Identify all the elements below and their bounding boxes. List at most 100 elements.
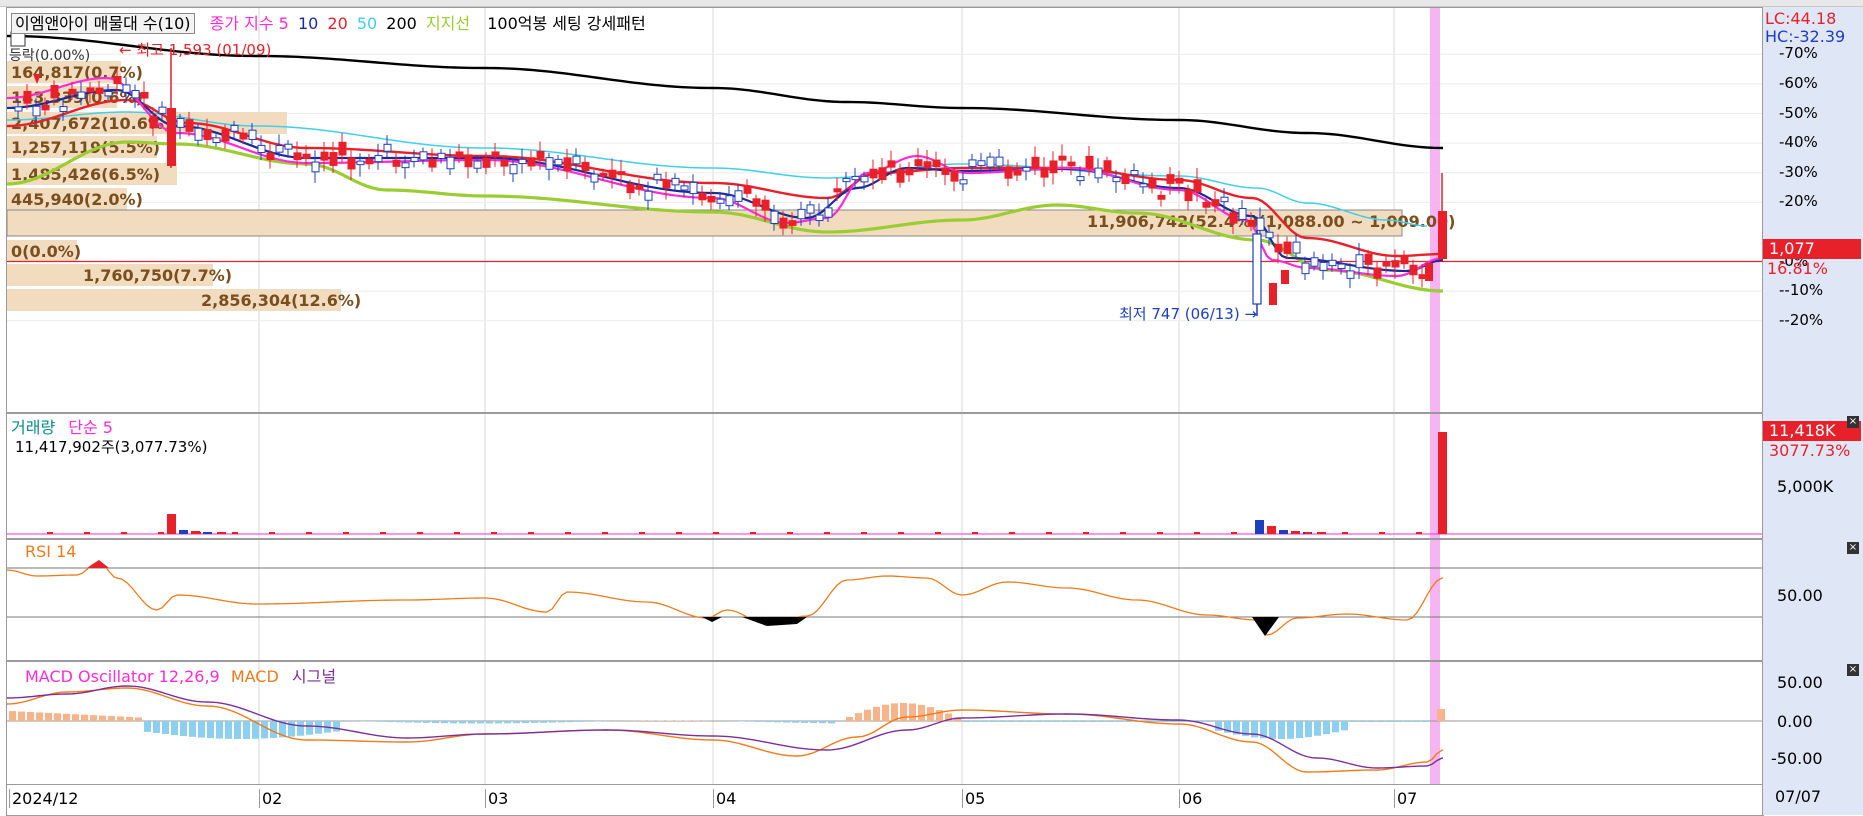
vol-bar-3 <box>203 532 212 534</box>
pct-tick-3: -40% <box>1779 133 1818 152</box>
candle-body-88 <box>806 204 815 214</box>
macd-osc-bar-29 <box>36 712 43 721</box>
x-axis-label-0: 2024/12 <box>9 789 78 808</box>
macd-osc-bar-1388 <box>1395 721 1402 722</box>
macd-osc-bar-434 <box>441 721 448 724</box>
candle-body-129 <box>1175 177 1184 184</box>
vol-bar-small-706 <box>713 532 719 534</box>
candle-body-34 <box>320 151 329 161</box>
candle-body-57 <box>527 157 536 167</box>
macd-legend-macd[interactable]: MACD <box>231 667 279 686</box>
candle-body-37 <box>347 157 356 170</box>
rsi-legend[interactable]: RSI 14 <box>25 542 76 561</box>
vol-bar-small-299 <box>306 532 312 534</box>
macd-osc-bar-1343 <box>1350 721 1357 722</box>
candle-body-112 <box>1022 166 1031 172</box>
candle-body-119 <box>1085 155 1094 169</box>
candle-body-27 <box>257 144 266 154</box>
candle-body-113 <box>1031 156 1040 169</box>
legend-close-ma[interactable]: 종가 지수 <box>210 14 274 33</box>
rsi-panel[interactable]: RSI 14 <box>6 539 1764 661</box>
macd-osc-bar-1406 <box>1413 721 1420 722</box>
candle-body-55 <box>509 164 518 175</box>
macd-osc-bar-857 <box>864 709 871 721</box>
candle-body-97 <box>887 160 896 168</box>
candle-body-32 <box>302 153 311 159</box>
vol-bar-small-669 <box>676 532 682 534</box>
macd-panel[interactable]: MACD Oscillator 12,26,9 MACD 시그널 <box>6 661 1764 786</box>
legend-title[interactable]: 이엠앤아이 매물대 수(10) <box>11 13 195 34</box>
candle-body-41 <box>383 143 392 152</box>
vol-bar-small-521 <box>528 532 534 534</box>
vol-bar-today <box>1438 432 1447 534</box>
volume-panel[interactable]: 거래량 단순 5 11,417,902주(3,077.73%) <box>6 413 1764 539</box>
pct-tick-5: -20% <box>1779 192 1818 211</box>
macd-osc-bar-1289 <box>1296 721 1303 739</box>
rsi-line <box>7 561 1444 636</box>
legend-pattern[interactable]: 100억봉 세팅 강세패턴 <box>487 14 645 33</box>
macd-osc-bar-1172 <box>1179 721 1186 722</box>
candle-body-106 <box>968 159 977 168</box>
vol-bar-small-1372 <box>1379 532 1385 534</box>
macd-osc-bar-461 <box>468 721 475 724</box>
candle-body-91 <box>833 188 842 193</box>
volume-profile-label-9: 2,856,304(12.6%) <box>201 291 361 310</box>
candle-body-8 <box>86 87 95 93</box>
candle-body-130 <box>1184 189 1193 202</box>
macd-osc-bar-416 <box>423 721 430 723</box>
candle-body-24 <box>230 124 239 132</box>
candle-body-141 <box>1283 241 1292 254</box>
macd-osc-bar-425 <box>432 721 439 724</box>
vol-bar-small-595 <box>602 532 608 534</box>
vol-bar-small-151 <box>158 532 164 534</box>
candle-body-114 <box>1040 167 1049 178</box>
candle-body-86 <box>788 220 797 226</box>
candle-body-122 <box>1112 176 1121 183</box>
macd-osc-bar-569 <box>576 721 583 722</box>
volume-chart[interactable] <box>7 414 1763 538</box>
rsi-axis-tick: 50.00 <box>1777 586 1823 605</box>
vol-bar-small-373 <box>380 532 386 534</box>
macd-osc-bar-785 <box>792 721 799 723</box>
vol-bar-small-928 <box>935 532 941 534</box>
right-axis: LC:44.18 HC:-32.39 -70% -60% -50% -40% -30% -… <box>1762 7 1863 815</box>
macd-osc-bar-974 <box>981 721 988 722</box>
price-chart[interactable]: 164,817(0.7%)143,339(0.6%)2,407,672(10.6… <box>7 8 1763 412</box>
volume-legend-ma[interactable]: 단순 5 <box>68 418 113 437</box>
candle-body-146 <box>1328 259 1337 267</box>
candle-body-64 <box>590 173 599 183</box>
x-axis-label-6: 07 <box>1394 789 1417 808</box>
macd-osc-bar-1163 <box>1170 721 1177 722</box>
candle-body-25 <box>239 132 248 140</box>
candle-body-10 <box>104 91 113 97</box>
macd-osc-bar-956 <box>963 721 970 722</box>
candle-body-71 <box>653 173 662 181</box>
candle-body-53 <box>491 151 500 158</box>
close-icon-vol[interactable]: × <box>1847 416 1859 428</box>
macd-osc-bar-83 <box>90 715 97 721</box>
rsi-chart[interactable] <box>7 540 1763 660</box>
macd-legend-osc[interactable]: MACD Oscillator 12,26,9 <box>25 667 220 686</box>
candle-body-1 <box>23 90 32 104</box>
macd-axis-tick-1: 50.00 <box>1777 673 1823 692</box>
x-axis-right-label: 07/07 <box>1775 787 1822 806</box>
candle-body-54 <box>500 159 509 167</box>
candle-body-63 <box>581 161 590 172</box>
candle-body-117 <box>1067 161 1076 167</box>
legend-support[interactable]: 지지선 <box>426 14 470 33</box>
candle-body-3 <box>41 104 50 111</box>
price-panel[interactable]: 164,817(0.7%) 143,339(0.6%) 2,407,672(10.6… <box>6 7 1764 413</box>
vol-bar-small-854 <box>861 532 867 534</box>
candle-body-124 <box>1130 170 1139 176</box>
macd-legend-signal[interactable]: 시그널 <box>292 667 336 686</box>
candle-body-154 <box>1400 256 1409 265</box>
close-icon-rsi[interactable]: × <box>1847 542 1859 554</box>
vol-bar-small-484 <box>491 532 497 534</box>
candle-body-56 <box>518 158 527 165</box>
volume-profile-label-0: 164,817(0.7%) <box>11 63 143 82</box>
candle-body-95 <box>869 168 878 179</box>
candle-body-101 <box>923 161 932 169</box>
close-icon-macd[interactable]: × <box>1847 664 1859 676</box>
high-annotation: ← 최고 1,593 (01/09) <box>119 41 271 59</box>
volume-legend-title[interactable]: 거래량 <box>11 418 55 437</box>
